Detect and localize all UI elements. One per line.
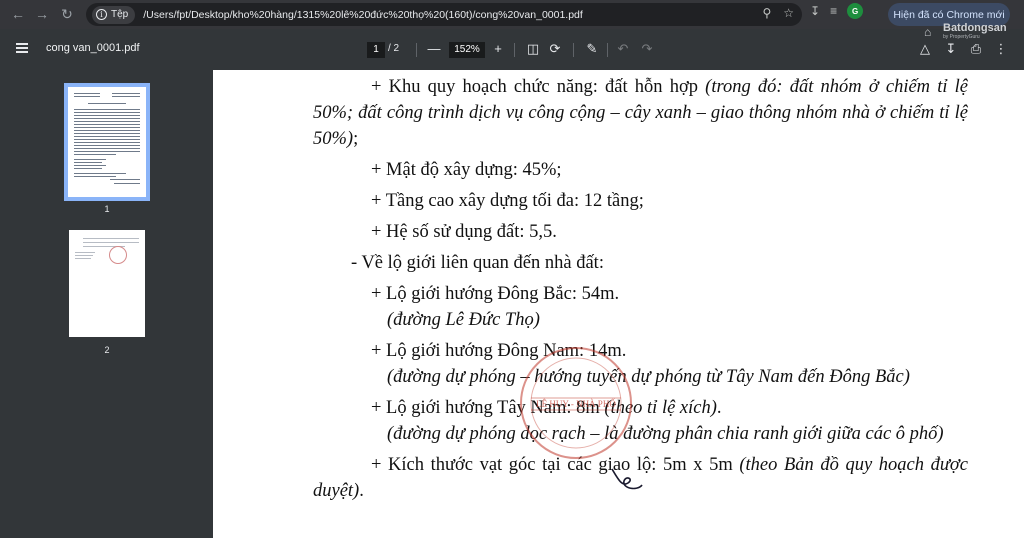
paragraph-northeast: + Lộ giới hướng Đông Bắc: 54m. [371, 284, 620, 304]
batdongsan-logo: ⌂ Batdongsan by PropertyGuru [924, 22, 1007, 41]
logo-subtext: by PropertyGuru [943, 34, 980, 40]
reload-icon[interactable]: ↻ [55, 2, 79, 26]
forward-arrow-icon[interactable]: → [30, 2, 54, 26]
redo-icon[interactable]: ↷ [638, 40, 656, 58]
add-to-drive-icon[interactable]: △ [916, 40, 934, 58]
thumbnail-sidebar: 1 2 [0, 70, 213, 538]
logo-text: Batdongsan [943, 22, 1007, 34]
southeast-note: (đường dự phóng – hướng tuyến dự phóng t… [387, 367, 910, 387]
menu-icon[interactable] [16, 43, 28, 53]
signature-mark [611, 468, 643, 490]
paragraph-density: + Mật độ xây dựng: 45%; [371, 160, 562, 180]
browser-toolbar: ← → ↻ i Tệp /Users/fpt/Desktop/kho%20hàn… [0, 0, 1024, 29]
paragraph-zoning: + Khu quy hoạch chức năng: đất hỗn hợp (… [313, 74, 968, 152]
stamp-text: LÊ HUY - NHÀ PHỐ [536, 399, 616, 409]
page-number-input[interactable]: 1 [367, 42, 385, 58]
url-text[interactable]: /Users/fpt/Desktop/kho%20hàng/1315%20lê%… [143, 9, 583, 21]
thumbnail-stamp-icon [109, 246, 127, 264]
zoom-in-icon[interactable]: + [489, 40, 507, 58]
house-logo-icon: ⌂ [924, 24, 932, 39]
southwest-end: . [716, 398, 722, 418]
watermark-stamp: LÊ HUY - NHÀ PHỐ [520, 347, 632, 459]
thumbnail-label-2: 2 [104, 345, 110, 355]
corner-cut-end: . [359, 481, 364, 501]
paragraph-land-use-coefficient: + Hệ số sử dụng đất: 5,5. [371, 222, 557, 242]
page-total: / 2 [388, 43, 400, 54]
download-icon[interactable]: ↧ [810, 4, 820, 18]
zoom-out-icon[interactable]: — [425, 40, 443, 58]
southwest-note: (đường dự phóng dọc rạch – là đường phân… [387, 424, 944, 444]
more-options-icon[interactable]: ⋮ [992, 40, 1010, 58]
pdf-page: + Khu quy hoạch chức năng: đất hỗn hợp (… [213, 70, 1024, 538]
site-info-label: Tệp [111, 9, 129, 20]
fit-page-icon[interactable]: ◫ [524, 40, 542, 58]
paragraph-road-boundary-heading: - Về lộ giới liên quan đến nhà đất: [351, 253, 604, 273]
pdf-filename: cong van_0001.pdf [46, 42, 140, 54]
pdf-toolbar: cong van_0001.pdf 1 / 2 — 152% + ◫ ⟳ ✎ ↶… [0, 23, 1024, 70]
reading-list-icon[interactable]: ≡ [830, 4, 837, 18]
toolbar-divider [607, 43, 608, 57]
toolbar-divider [514, 43, 515, 57]
toolbar-divider [573, 43, 574, 57]
zoning-text: + Khu quy hoạch chức năng: đất hỗn hợp [371, 77, 706, 97]
info-icon: i [96, 9, 107, 20]
thumbnail-label-1: 1 [104, 204, 110, 214]
address-bar[interactable]: i Tệp /Users/fpt/Desktop/kho%20hàng/1315… [86, 3, 802, 26]
pdf-viewport[interactable]: + Khu quy hoạch chức năng: đất hỗn hợp (… [213, 70, 1024, 538]
zoom-input[interactable]: 152% [449, 42, 485, 58]
site-info-chip[interactable]: i Tệp [92, 5, 136, 24]
toolbar-divider [416, 43, 417, 57]
extension-icon[interactable]: G [847, 3, 864, 19]
bookmark-star-icon[interactable]: ☆ [783, 6, 794, 20]
print-icon[interactable]: ⎙ [967, 40, 985, 58]
back-arrow-icon[interactable]: ← [6, 2, 30, 26]
annotate-pen-icon[interactable]: ✎ [583, 40, 601, 58]
rotate-icon[interactable]: ⟳ [546, 40, 564, 58]
zoning-end: ; [353, 129, 359, 149]
undo-icon[interactable]: ↶ [614, 40, 632, 58]
paragraph-max-floors: + Tầng cao xây dựng tối đa: 12 tầng; [371, 191, 644, 211]
page-thumbnail-1[interactable] [64, 83, 150, 201]
pdf-download-icon[interactable]: ↧ [942, 40, 960, 58]
northeast-note: (đường Lê Đức Thọ) [387, 310, 540, 330]
page-thumbnail-2[interactable] [69, 230, 145, 337]
zoom-icon[interactable]: ⚲ [762, 6, 771, 20]
